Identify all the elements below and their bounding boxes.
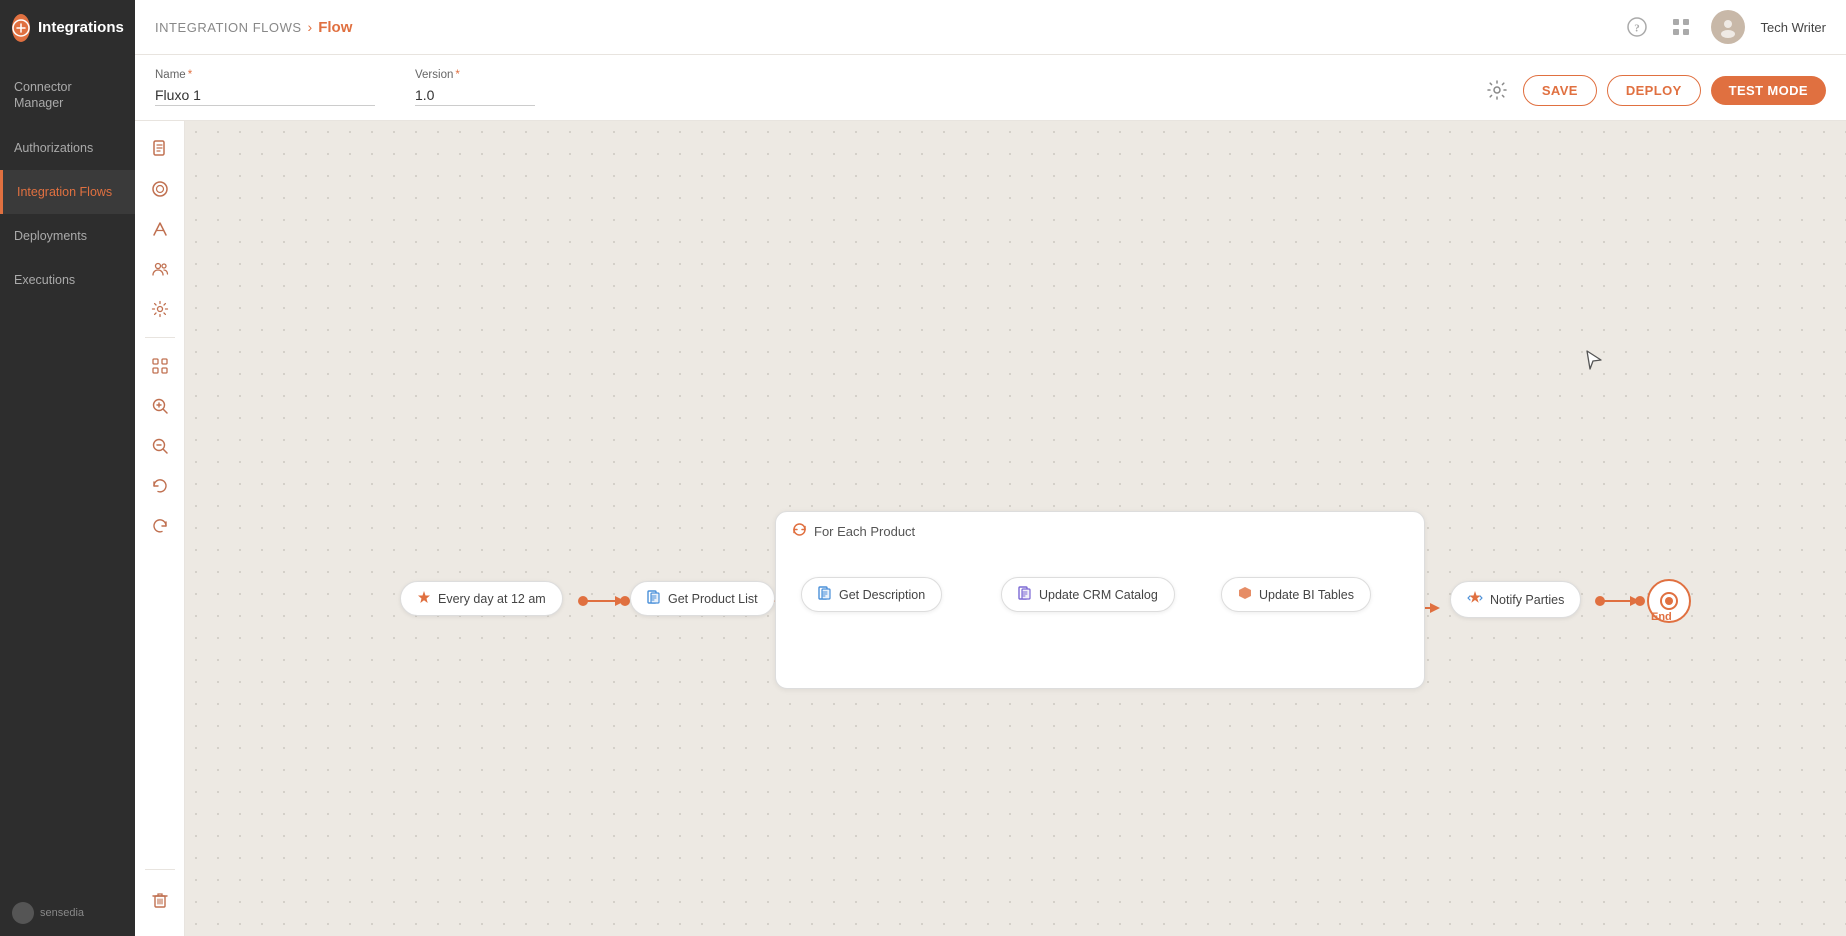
sidebar-item-connector-manager[interactable]: Connector Manager (0, 65, 135, 126)
trigger-label: Every day at 12 am (438, 592, 546, 606)
topbar-actions: ? Tech Writer (1623, 10, 1827, 44)
focus-icon[interactable] (142, 348, 178, 384)
main-content: INTEGRATION FLOWS › Flow ? (135, 0, 1846, 936)
topbar: INTEGRATION FLOWS › Flow ? (135, 0, 1846, 55)
trash-icon[interactable] (142, 882, 178, 918)
get-description-label: Get Description (839, 588, 925, 602)
get-product-list-icon (647, 590, 661, 607)
save-button[interactable]: SAVE (1523, 75, 1597, 106)
brand-name: sensedia (40, 907, 84, 919)
undo-icon[interactable] (142, 468, 178, 504)
people-icon[interactable] (142, 251, 178, 287)
end-label: End (1651, 611, 1672, 623)
sidebar: Integrations Connector Manager Authoriza… (0, 0, 135, 936)
for-each-group[interactable]: For Each Product Get Description (775, 511, 1425, 689)
canvas-toolbar (135, 121, 185, 936)
app-logo[interactable]: Integrations (0, 0, 135, 55)
get-product-list-node[interactable]: Get Product List (630, 581, 775, 616)
redo-icon[interactable] (142, 508, 178, 544)
flow-canvas[interactable]: Every day at 12 am Get Product List (185, 121, 1846, 936)
breadcrumb: INTEGRATION FLOWS › Flow (155, 19, 1623, 36)
notify-icon (1467, 590, 1483, 609)
test-mode-button[interactable]: TEST MODE (1711, 76, 1826, 105)
sidebar-item-integration-flows[interactable]: Integration Flows (0, 170, 135, 214)
get-product-list-label: Get Product List (668, 592, 758, 606)
sidebar-nav: Connector Manager Authorizations Integra… (0, 55, 135, 890)
notify-parties-label: Notify Parties (1490, 593, 1564, 607)
canvas-container: Every day at 12 am Get Product List (135, 121, 1846, 936)
update-bi-label: Update BI Tables (1259, 588, 1354, 602)
zoom-out-icon[interactable] (142, 428, 178, 464)
version-input[interactable] (415, 85, 535, 106)
notify-parties-node[interactable]: Notify Parties (1450, 581, 1581, 618)
trigger-node[interactable]: Every day at 12 am (400, 581, 563, 616)
avatar[interactable] (1711, 10, 1745, 44)
sidebar-brand: sensedia (0, 890, 135, 936)
name-label: Name* (155, 69, 375, 81)
svg-text:?: ? (1634, 23, 1640, 35)
breadcrumb-parent: INTEGRATION FLOWS (155, 20, 302, 35)
sidebar-item-authorizations[interactable]: Authorizations (0, 126, 135, 170)
name-input[interactable] (155, 85, 375, 106)
update-bi-node[interactable]: Update BI Tables (1221, 577, 1371, 612)
for-each-icon (792, 522, 807, 540)
get-description-icon (818, 586, 832, 603)
sidebar-item-executions[interactable]: Executions (0, 258, 135, 302)
trigger-icon (417, 590, 431, 607)
grid-icon[interactable] (1667, 13, 1695, 41)
for-each-title: For Each Product (814, 524, 915, 539)
help-icon[interactable]: ? (1623, 13, 1651, 41)
breadcrumb-current: Flow (318, 19, 352, 36)
update-crm-node[interactable]: Update CRM Catalog (1001, 577, 1175, 612)
toolbar-divider-2 (145, 869, 175, 870)
brand-logo-icon (12, 902, 34, 924)
logo-icon (12, 14, 30, 42)
form-actions: SAVE DEPLOY TEST MODE (1481, 74, 1826, 106)
update-bi-icon (1238, 586, 1252, 603)
form-row: Name* Version* SAVE DEPLOY TEST MODE (135, 55, 1846, 121)
arrow-icon[interactable] (142, 211, 178, 247)
zoom-in-icon[interactable] (142, 388, 178, 424)
toolbar-divider-1 (145, 337, 175, 338)
version-label: Version* (415, 69, 535, 81)
get-description-node[interactable]: Get Description (801, 577, 942, 612)
version-field: Version* (415, 69, 535, 106)
settings2-icon[interactable] (142, 291, 178, 327)
name-field: Name* (155, 69, 375, 106)
doc-icon[interactable] (142, 131, 178, 167)
sidebar-item-deployments[interactable]: Deployments (0, 214, 135, 258)
cursor-icon (1583, 349, 1605, 377)
deploy-button[interactable]: DEPLOY (1607, 75, 1701, 106)
update-crm-label: Update CRM Catalog (1039, 588, 1158, 602)
settings-button[interactable] (1481, 74, 1513, 106)
update-crm-icon (1018, 586, 1032, 603)
for-each-label: For Each Product (776, 512, 1424, 546)
breadcrumb-separator: › (308, 19, 313, 35)
shape-icon[interactable] (142, 171, 178, 207)
username: Tech Writer (1761, 20, 1827, 35)
app-title: Integrations (38, 19, 124, 36)
